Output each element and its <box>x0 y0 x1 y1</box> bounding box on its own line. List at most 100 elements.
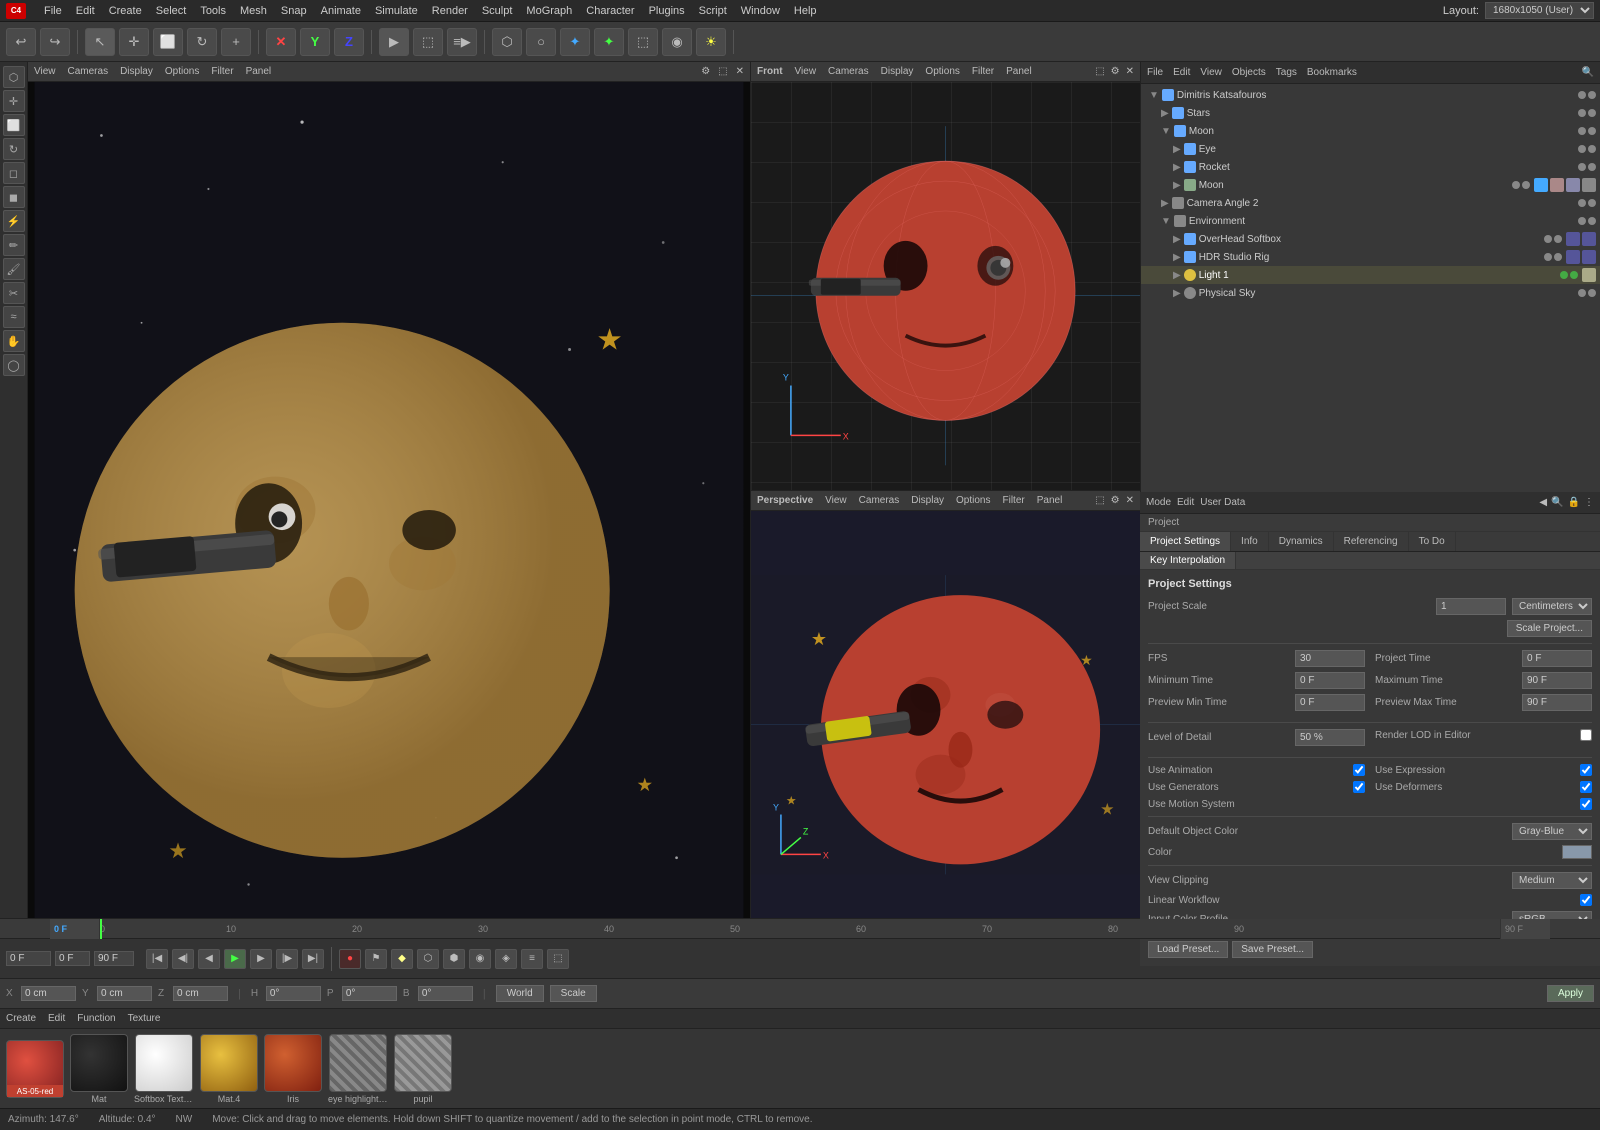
persp-viewport[interactable]: Perspective View Cameras Display Options… <box>750 491 1140 919</box>
prev-max-input[interactable] <box>1522 694 1592 711</box>
color-swatch[interactable] <box>1562 845 1592 859</box>
obj-name-moon[interactable]: Moon <box>1189 126 1578 137</box>
front-vp-view[interactable]: View <box>795 66 817 77</box>
obj-mgr-objects[interactable]: Objects <box>1232 67 1266 78</box>
tl-preview[interactable]: ⬚ <box>547 949 569 969</box>
render-lod-checkbox[interactable] <box>1580 729 1592 741</box>
front-vp-options[interactable]: Options <box>925 66 959 77</box>
main-vp-options[interactable]: Options <box>165 66 199 77</box>
vp-icon-3[interactable]: ✕ <box>736 66 744 77</box>
dot-vis[interactable] <box>1578 163 1586 171</box>
move-tool[interactable]: ✛ <box>119 28 149 56</box>
tl-record[interactable]: ● <box>339 949 361 969</box>
tab-todo[interactable]: To Do <box>1409 532 1456 551</box>
vp-icon-2[interactable]: ⬚ <box>718 66 727 77</box>
x-input[interactable] <box>21 986 76 1001</box>
obj-mgr-view[interactable]: View <box>1200 67 1222 78</box>
obj-row-environment[interactable]: ▼ Environment <box>1141 212 1600 230</box>
mat-create[interactable]: Create <box>6 1013 36 1024</box>
use-anim-checkbox[interactable] <box>1353 764 1365 776</box>
dot-render[interactable] <box>1588 163 1596 171</box>
apply-btn[interactable]: Apply <box>1547 985 1594 1002</box>
tab-referencing[interactable]: Referencing <box>1334 532 1409 551</box>
menu-plugins[interactable]: Plugins <box>649 5 685 17</box>
view-clipping-select[interactable]: Medium Small Large <box>1512 872 1592 889</box>
persp-vp-options[interactable]: Options <box>956 495 990 506</box>
obj-row-hdr[interactable]: ▶ HDR Studio Rig <box>1141 248 1600 266</box>
dot-vis[interactable] <box>1578 91 1586 99</box>
tab-info[interactable]: Info <box>1231 532 1269 551</box>
dot-render[interactable] <box>1588 217 1596 225</box>
obj-name[interactable]: Dimitris Katsafouros <box>1177 90 1578 101</box>
dot-render[interactable] <box>1522 181 1530 189</box>
persp-vp-display[interactable]: Display <box>911 495 944 506</box>
persp-vp-icon-close[interactable]: ✕ <box>1126 495 1134 506</box>
poly-mode-btn[interactable]: ✦ <box>560 28 590 56</box>
mat-item-mat4[interactable]: Mat.4 <box>200 1034 258 1104</box>
menu-select[interactable]: Select <box>156 5 187 17</box>
obj-mgr-file[interactable]: File <box>1147 67 1163 78</box>
menu-mograph[interactable]: MoGraph <box>526 5 572 17</box>
mat-item-softbox[interactable]: Softbox Texture <box>134 1034 194 1104</box>
tl-prev-key[interactable]: ◀| <box>172 949 194 969</box>
scale-project-btn[interactable]: Scale Project... <box>1507 620 1592 637</box>
mat-function[interactable]: Function <box>77 1013 115 1024</box>
scale-btn[interactable]: Scale <box>550 985 597 1002</box>
dot-vis[interactable] <box>1544 235 1552 243</box>
dot-vis[interactable] <box>1512 181 1520 189</box>
obj-row-physky[interactable]: ▶ Physical Sky <box>1141 284 1600 302</box>
tl-keyframe[interactable]: ◆ <box>391 949 413 969</box>
obj-mgr-bookmarks[interactable]: Bookmarks <box>1307 67 1357 78</box>
menu-window[interactable]: Window <box>741 5 780 17</box>
z-axis-btn[interactable]: Z <box>334 28 364 56</box>
tab-project-settings[interactable]: Project Settings <box>1140 532 1231 551</box>
lod-input[interactable] <box>1295 729 1365 746</box>
mat-texture[interactable]: Texture <box>128 1013 161 1024</box>
tl-first-frame[interactable]: |◀ <box>146 949 168 969</box>
menu-simulate[interactable]: Simulate <box>375 5 418 17</box>
lt-poly1[interactable]: ◻ <box>3 162 25 184</box>
dot-vis[interactable] <box>1578 217 1586 225</box>
menu-animate[interactable]: Animate <box>321 5 361 17</box>
obj-row-moon2[interactable]: ▶ Moon <box>1141 176 1600 194</box>
dot-render[interactable] <box>1554 235 1562 243</box>
lt-grab[interactable]: ✋ <box>3 330 25 352</box>
tl-motion3[interactable]: ◉ <box>469 949 491 969</box>
tl-next-key[interactable]: |▶ <box>276 949 298 969</box>
x-axis-btn[interactable]: ✕ <box>266 28 296 56</box>
persp-vp-panel[interactable]: Panel <box>1037 495 1063 506</box>
light-btn[interactable]: ☀ <box>696 28 726 56</box>
obj-row-softbox[interactable]: ▶ OverHead Softbox <box>1141 230 1600 248</box>
front-viewport[interactable]: Front View Cameras Display Options Filte… <box>750 62 1140 491</box>
expand-icon[interactable]: ▶ <box>1173 234 1181 245</box>
front-vp-icon-expand[interactable]: ⬚ <box>1095 66 1104 77</box>
tl-motion2[interactable]: ⬢ <box>443 949 465 969</box>
expand-icon[interactable]: ▼ <box>1161 126 1171 137</box>
p-input[interactable] <box>342 986 397 1001</box>
obj-name-physky[interactable]: Physical Sky <box>1199 288 1578 299</box>
obj-name-eye[interactable]: Eye <box>1199 144 1578 155</box>
lt-new[interactable]: ⬡ <box>3 66 25 88</box>
tl-playhead[interactable] <box>100 919 102 939</box>
obj-row-moon[interactable]: ▼ Moon <box>1141 122 1600 140</box>
lt-inflate[interactable]: ◯ <box>3 354 25 376</box>
menu-character[interactable]: Character <box>586 5 634 17</box>
proj-time-input[interactable] <box>1522 650 1592 667</box>
obj-name-softbox[interactable]: OverHead Softbox <box>1199 234 1544 245</box>
select-tool[interactable]: ↖ <box>85 28 115 56</box>
tab-dynamics[interactable]: Dynamics <box>1269 532 1334 551</box>
expand-icon[interactable]: ▶ <box>1173 162 1181 173</box>
y-axis-btn[interactable]: Y <box>300 28 330 56</box>
obj-name-camera[interactable]: Camera Angle 2 <box>1187 198 1578 209</box>
obj-mgr-edit[interactable]: Edit <box>1173 67 1190 78</box>
obj-name-environment[interactable]: Environment <box>1189 216 1578 227</box>
world-btn[interactable]: World <box>496 985 544 1002</box>
tl-motion5[interactable]: ≡ <box>521 949 543 969</box>
menu-snap[interactable]: Snap <box>281 5 307 17</box>
mat-edit[interactable]: Edit <box>48 1013 65 1024</box>
attrs-mode[interactable]: Mode <box>1146 497 1171 508</box>
main-vp-filter[interactable]: Filter <box>211 66 233 77</box>
mat-item-as05red[interactable]: AS-05-red <box>6 1040 64 1098</box>
max-time-input[interactable] <box>1522 672 1592 689</box>
mat-item-pupil[interactable]: pupil <box>394 1034 452 1104</box>
